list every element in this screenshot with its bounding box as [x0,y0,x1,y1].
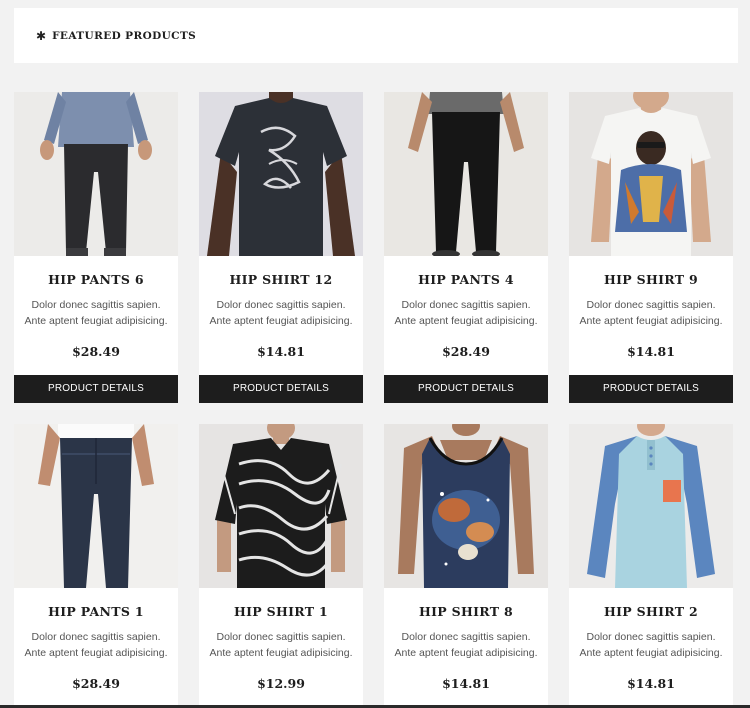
product-card[interactable]: HIP SHIRT 1 Dolor donec sagittis sapien.… [199,424,363,708]
featured-products-header: ✱ FEATURED PRODUCTS [14,8,738,63]
product-description: Dolor donec sagittis sapien. Ante aptent… [579,631,723,659]
star-icon: ✱ [36,28,47,43]
product-image[interactable] [199,92,363,256]
product-price: $14.81 [442,676,490,691]
product-name[interactable]: HIP PANTS 4 [384,272,548,287]
product-name[interactable]: HIP PANTS 1 [14,604,178,619]
product-name[interactable]: HIP SHIRT 2 [569,604,733,619]
product-name[interactable]: HIP SHIRT 1 [199,604,363,619]
product-name[interactable]: HIP SHIRT 12 [199,272,363,287]
product-card[interactable]: HIP PANTS 4 Dolor donec sagittis sapien.… [384,92,548,403]
product-image[interactable] [14,424,178,588]
product-card[interactable]: HIP PANTS 1 Dolor donec sagittis sapien.… [14,424,178,708]
product-image[interactable] [199,424,363,588]
product-card[interactable]: HIP SHIRT 12 Dolor donec sagittis sapien… [199,92,363,403]
product-price: $28.49 [72,676,120,691]
product-description: Dolor donec sagittis sapien. Ante aptent… [24,299,168,327]
product-description: Dolor donec sagittis sapien. Ante aptent… [394,631,538,659]
product-description: Dolor donec sagittis sapien. Ante aptent… [579,299,723,327]
product-card[interactable]: HIP SHIRT 2 Dolor donec sagittis sapien.… [569,424,733,708]
product-card[interactable]: HIP PANTS 6 Dolor donec sagittis sapien.… [14,92,178,403]
product-image[interactable] [14,92,178,256]
section-title: FEATURED PRODUCTS [52,29,197,42]
product-description: Dolor donec sagittis sapien. Ante aptent… [209,631,353,659]
product-name[interactable]: HIP SHIRT 9 [569,272,733,287]
product-price: $28.49 [72,344,120,359]
product-details-button[interactable]: PRODUCT DETAILS [199,375,363,403]
product-image[interactable] [384,92,548,256]
product-card[interactable]: HIP SHIRT 9 Dolor donec sagittis sapien.… [569,92,733,403]
product-price: $12.99 [257,676,305,691]
product-name[interactable]: HIP SHIRT 8 [384,604,548,619]
product-card[interactable]: HIP SHIRT 8 Dolor donec sagittis sapien.… [384,424,548,708]
product-details-button[interactable]: PRODUCT DETAILS [384,375,548,403]
product-description: Dolor donec sagittis sapien. Ante aptent… [209,299,353,327]
product-description: Dolor donec sagittis sapien. Ante aptent… [394,299,538,327]
product-details-button[interactable]: PRODUCT DETAILS [14,375,178,403]
product-price: $14.81 [257,344,305,359]
product-details-button[interactable]: PRODUCT DETAILS [569,375,733,403]
product-price: $28.49 [442,344,490,359]
product-image[interactable] [384,424,548,588]
product-name[interactable]: HIP PANTS 6 [14,272,178,287]
product-description: Dolor donec sagittis sapien. Ante aptent… [24,631,168,659]
product-image[interactable] [569,92,733,256]
product-image[interactable] [569,424,733,588]
product-price: $14.81 [627,344,675,359]
product-price: $14.81 [627,676,675,691]
